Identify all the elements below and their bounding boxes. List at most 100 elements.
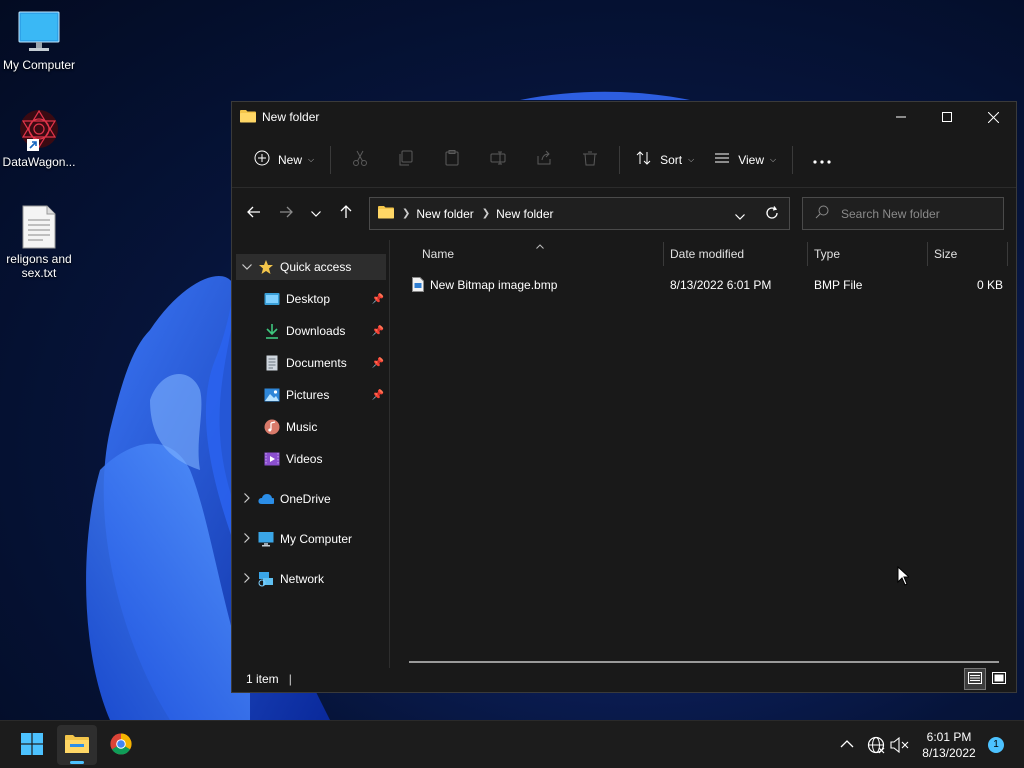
cut-button[interactable] — [337, 143, 383, 177]
show-hidden-icons-button[interactable] — [840, 737, 854, 751]
breadcrumb-item[interactable]: New folder — [416, 207, 473, 221]
chevron-down-icon: ⌵ — [769, 154, 777, 164]
desktop-icon-text-file[interactable]: religons and sex.txt — [0, 204, 78, 280]
column-header-name[interactable]: Name — [422, 240, 454, 268]
minimize-button[interactable] — [878, 102, 924, 132]
taskbar-chrome[interactable] — [101, 725, 141, 765]
rename-icon — [490, 150, 506, 169]
column-divider[interactable] — [927, 242, 928, 266]
details-view-button[interactable] — [964, 668, 986, 690]
view-button-label: View — [738, 152, 764, 167]
copy-button[interactable] — [383, 143, 429, 177]
volume-button[interactable] — [890, 736, 910, 756]
column-header-size[interactable]: Size — [934, 240, 957, 268]
copy-icon — [398, 150, 414, 169]
nav-quick-access[interactable]: Quick access — [236, 254, 386, 280]
arrow-right-icon — [279, 206, 293, 221]
file-date: 8/13/2022 6:01 PM — [670, 278, 772, 292]
sort-arrows-icon — [636, 150, 652, 169]
column-divider[interactable] — [807, 242, 808, 266]
thumbnail-view-button[interactable] — [988, 668, 1010, 690]
notification-badge[interactable]: 1 — [988, 737, 1004, 753]
nav-my-computer[interactable]: My Computer — [236, 526, 386, 552]
new-button[interactable]: New ⌵ — [244, 143, 324, 177]
search-box[interactable]: Search New folder — [802, 197, 1004, 230]
file-row[interactable]: New Bitmap image.bmp 8/13/2022 6:01 PM B… — [409, 273, 1009, 297]
file-list: Name Date modified Type Size New Bitmap … — [391, 240, 1016, 668]
toolbar-divider — [330, 145, 332, 174]
new-button-label: New — [278, 152, 303, 167]
address-bar[interactable]: ❯ New folder ❯ New folder — [369, 197, 790, 230]
column-header-type[interactable]: Type — [814, 240, 840, 268]
chevron-down-icon — [311, 206, 321, 220]
item-count: 1 item — [246, 672, 279, 686]
clock[interactable]: 6:01 PM 8/13/2022 — [912, 729, 986, 761]
title-bar[interactable]: New folder — [232, 102, 1016, 132]
network-status-button[interactable] — [867, 736, 885, 757]
rename-button[interactable] — [475, 143, 521, 177]
desktop-icon-datawagon[interactable]: DataWagon... — [0, 107, 78, 169]
sort-button[interactable]: Sort ⌵ — [626, 143, 704, 177]
details-view-icon — [968, 671, 982, 687]
add-circle-icon — [254, 150, 270, 169]
taskbar-file-explorer[interactable] — [57, 725, 97, 765]
paste-button[interactable] — [429, 143, 475, 177]
view-button[interactable]: View ⌵ — [704, 143, 786, 177]
nav-onedrive[interactable]: OneDrive — [236, 486, 386, 512]
cloud-icon — [258, 491, 274, 507]
recent-locations-button[interactable] — [302, 197, 330, 229]
monitor-icon — [15, 10, 63, 54]
chevron-right-icon[interactable] — [236, 532, 258, 546]
back-button[interactable] — [238, 197, 270, 229]
horizontal-scrollbar[interactable] — [409, 661, 999, 663]
column-divider[interactable] — [1007, 242, 1008, 266]
close-button[interactable] — [970, 102, 1016, 132]
address-dropdown-button[interactable] — [735, 209, 745, 223]
clipboard-icon — [444, 150, 460, 169]
pin-icon: 📌 — [371, 293, 384, 305]
file-name: New Bitmap image.bmp — [430, 278, 558, 292]
toolbar-divider — [792, 145, 794, 174]
chevron-down-icon: ⌵ — [308, 154, 315, 164]
chevron-right-icon[interactable] — [236, 572, 258, 586]
up-button[interactable] — [330, 197, 362, 229]
pictures-icon — [264, 387, 280, 403]
refresh-button[interactable] — [765, 206, 779, 223]
breadcrumb-item[interactable]: New folder — [496, 207, 553, 221]
share-button[interactable] — [521, 143, 567, 177]
nav-label: Pictures — [286, 388, 330, 402]
nav-label: Videos — [286, 452, 323, 466]
arrow-up-icon — [340, 204, 352, 222]
nav-item-pictures[interactable]: Pictures 📌 — [264, 382, 386, 408]
nav-item-music[interactable]: Music — [264, 414, 386, 440]
start-button[interactable] — [12, 725, 52, 765]
nav-item-documents[interactable]: Documents 📌 — [264, 350, 386, 376]
share-icon — [536, 150, 552, 169]
navigation-pane: Quick access Desktop 📌 Downloads 📌 Docum… — [232, 240, 390, 668]
pin-icon: 📌 — [371, 389, 384, 401]
window-title: New folder — [262, 110, 320, 124]
chevron-down-icon: ⌵ — [688, 154, 695, 164]
status-bar: 1 item | — [232, 666, 1018, 692]
nav-item-downloads[interactable]: Downloads 📌 — [264, 318, 386, 344]
maximize-button[interactable] — [924, 102, 970, 132]
file-explorer-window: New folder New ⌵ Sort ⌵ View ⌵ ❯ New fol… — [231, 101, 1017, 693]
view-toggle — [964, 668, 1010, 690]
nav-network[interactable]: Network — [236, 566, 386, 592]
column-divider[interactable] — [663, 242, 664, 266]
desktop-icon-my-computer[interactable]: My Computer — [0, 10, 78, 72]
chevron-right-icon[interactable] — [236, 492, 258, 506]
more-options-button[interactable] — [799, 143, 845, 177]
view-lines-icon — [714, 150, 730, 169]
forward-button[interactable] — [270, 197, 302, 229]
delete-button[interactable] — [567, 143, 613, 177]
file-explorer-icon — [65, 734, 89, 757]
network-icon — [258, 571, 274, 587]
status-divider: | — [288, 672, 292, 686]
nav-item-videos[interactable]: Videos — [264, 446, 386, 472]
chevron-down-icon[interactable] — [236, 262, 258, 273]
column-header-date[interactable]: Date modified — [670, 240, 744, 268]
nav-item-desktop[interactable]: Desktop 📌 — [264, 286, 386, 312]
more-dots-icon — [813, 153, 831, 167]
folder-icon — [378, 205, 394, 222]
